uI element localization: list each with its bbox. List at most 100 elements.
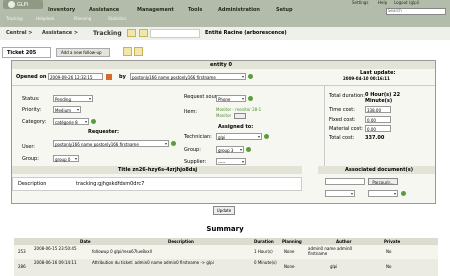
doc-select-1[interactable] <box>325 190 355 197</box>
col-author: Author <box>336 239 352 244</box>
requester-header: Requester: <box>88 129 119 135</box>
opened-on-label: Opened on <box>16 74 47 80</box>
calendar-icon[interactable] <box>106 74 112 80</box>
user-label: User: <box>22 144 35 150</box>
row-private: No <box>386 249 392 254</box>
item-link[interactable]: Monitor - monitor 28-1 <box>216 108 261 112</box>
row-date: 2008-06-15 23:50:45 <box>34 246 77 251</box>
item-change-button[interactable] <box>234 113 246 119</box>
search-placeholder: Search <box>388 8 402 13</box>
opened-on-field[interactable]: 2009-09-26 12:32:15 <box>48 73 103 80</box>
entity-name: Entité Racine (arborescence) <box>205 30 287 36</box>
col-date: Date <box>80 239 91 244</box>
row-duration: 0 Minute(s) <box>254 260 277 265</box>
material-cost-field[interactable]: 0.00 <box>365 125 391 132</box>
row-duration: 1 Hour(s) <box>254 249 273 254</box>
summary-title: Summary <box>206 225 244 233</box>
status-select[interactable]: Pending <box>53 95 93 102</box>
row-author: admin0 name admin0 firstname <box>308 246 353 256</box>
supplier-select[interactable]: ----- <box>216 158 246 165</box>
user-select[interactable]: postonly166 name postonly166 firstname <box>53 140 169 147</box>
tech-group-select[interactable]: group 3 <box>216 146 244 153</box>
priority-label: Priority: <box>22 107 42 113</box>
entity-menu[interactable] <box>150 29 200 38</box>
search-icon[interactable] <box>139 29 148 37</box>
supplier-label: Supplier: <box>184 159 207 165</box>
col-private: Private <box>384 239 401 244</box>
next-icon[interactable] <box>134 47 143 56</box>
ok-icon <box>248 74 253 79</box>
row-description: Attribution du ticket: admin0 name admin… <box>92 260 214 265</box>
row-id: 253 <box>18 249 26 254</box>
row-id: 286 <box>18 264 26 269</box>
menu-setup[interactable]: Setup <box>276 8 293 13</box>
browse-button[interactable]: Parcourir... <box>368 178 398 185</box>
entity-title: entity 0 <box>210 62 232 68</box>
add-doc-icon[interactable] <box>401 191 406 196</box>
add-category-icon[interactable] <box>91 119 96 124</box>
col-description: Description <box>168 239 194 244</box>
tech-info-icon <box>264 134 269 139</box>
file-input[interactable] <box>325 178 365 185</box>
row-date: 2008-06-16 09:14:11 <box>34 260 77 265</box>
by-label: by <box>119 74 126 80</box>
submenu-tracking[interactable]: Tracking <box>6 17 23 21</box>
category-label: Category: <box>22 119 47 125</box>
menu-tools[interactable]: Tools <box>188 8 202 13</box>
update-button[interactable]: Update <box>213 206 235 215</box>
priority-select[interactable]: Medium <box>53 106 81 113</box>
glpi-logo[interactable]: GLPI <box>3 0 43 9</box>
total-cost-label: Total cost: <box>329 135 355 141</box>
total-cost-value: 337.00 <box>365 135 385 141</box>
tech-group-icon <box>246 147 251 152</box>
col-planning: Planning <box>282 239 302 244</box>
submenu-helpdesk[interactable]: Helpdesk <box>36 17 55 21</box>
time-cost-label: Time cost: <box>329 107 355 113</box>
submenu-planning[interactable]: Planning <box>74 17 91 21</box>
menu-management[interactable]: Management <box>137 8 174 13</box>
tab-ticket[interactable]: Ticket 205 <box>2 47 51 58</box>
ticket-title[interactable]: Title zn26-hzy6s-4zrjhjo8dsj <box>118 168 197 173</box>
breadcrumb-central[interactable]: Central > <box>6 31 33 36</box>
row-description: followup 0 glpi/reso67lue8xxll <box>92 249 152 254</box>
divider <box>12 85 435 86</box>
summary-header <box>14 238 438 245</box>
item-label: Item: <box>184 109 198 115</box>
user-info-icon <box>171 141 176 146</box>
tab-add-followup[interactable]: Add a new follow-up <box>56 48 110 57</box>
assigned-header: Assigned to: <box>218 124 254 130</box>
menu-inventory[interactable]: Inventory <box>48 8 75 13</box>
fixed-cost-field[interactable]: 0.00 <box>365 116 391 123</box>
settings-link[interactable]: Settings <box>352 1 368 5</box>
item-type: Monitor <box>216 113 232 118</box>
doc-select-2[interactable] <box>368 190 398 197</box>
description-value[interactable]: tracking:gjhgskdfdsm0drc7 <box>76 182 144 187</box>
status-label: Status: <box>22 96 40 102</box>
add-icon[interactable] <box>127 29 136 37</box>
row-planning: None <box>284 249 295 254</box>
breadcrumb-assistance[interactable]: Assistance > <box>42 31 78 36</box>
request-source-select[interactable]: Phone <box>216 95 246 102</box>
logout-link[interactable]: Logout (glpi) <box>394 1 419 5</box>
tech-group-label: Group: <box>184 147 201 153</box>
description-box <box>12 177 302 191</box>
submenu-statistics[interactable]: Statistics <box>108 17 126 21</box>
column-divider <box>324 86 325 166</box>
menu-administration[interactable]: Administration <box>218 8 260 13</box>
prev-icon[interactable] <box>123 47 132 56</box>
author-select[interactable]: postonly166 name postonly166 firstname <box>130 73 246 80</box>
fixed-cost-label: Fixed cost: <box>329 117 356 123</box>
technician-select[interactable]: glpi <box>216 133 262 140</box>
group-label: Group: <box>22 156 39 162</box>
category-select[interactable]: catégorie 8 <box>53 118 89 125</box>
menu-assistance[interactable]: Assistance <box>89 8 119 13</box>
table-row[interactable] <box>14 245 438 259</box>
breadcrumb-tracking[interactable]: Tracking <box>93 31 122 37</box>
help-link[interactable]: Help <box>378 1 387 5</box>
logo-icon <box>8 1 15 8</box>
add-source-icon[interactable] <box>248 96 253 101</box>
group-select[interactable]: group 0 <box>53 155 79 162</box>
time-cost-field[interactable]: 338.00 <box>365 106 391 113</box>
total-duration-value: 0 Hour(s) 22 Minute(s) <box>365 92 401 104</box>
last-update-value: 2009-04-10 00:16:11 <box>343 76 390 81</box>
